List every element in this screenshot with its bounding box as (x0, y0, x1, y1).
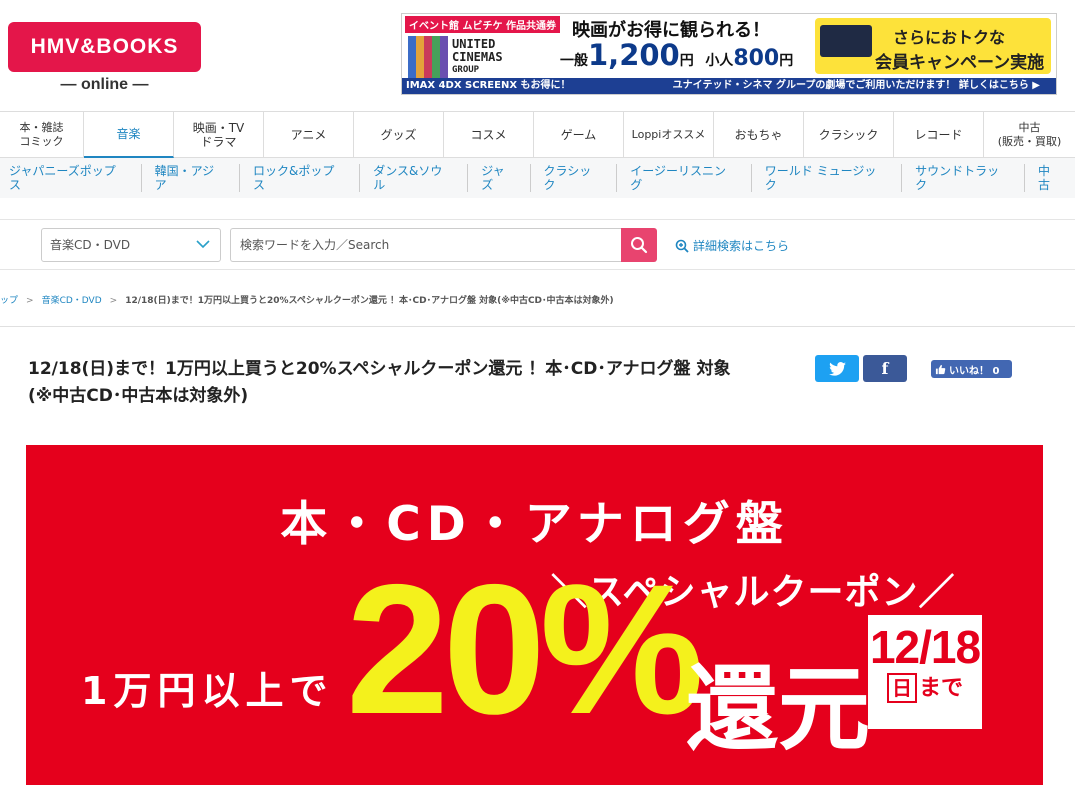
advanced-search-link[interactable]: 詳細検索はこちら (675, 237, 789, 254)
search-button[interactable] (621, 228, 657, 262)
advanced-search-label: 詳細検索はこちら (693, 239, 790, 253)
nav-item-books[interactable]: 本・雑誌 コミック (0, 112, 84, 158)
logo-text: HMV&BOOKS (30, 35, 179, 58)
subnav-item-dance-soul[interactable]: ダンス&ソウル (360, 164, 469, 192)
yen-label-2: 円 (779, 53, 794, 69)
twitter-share-button[interactable] (815, 355, 859, 382)
nav-label: コスメ (470, 128, 507, 142)
banner-date-badge: 12/18 日まで (868, 615, 982, 729)
search-input[interactable] (230, 228, 622, 262)
category-select[interactable]: 音楽CD・DVD (41, 228, 221, 262)
subnav-item-used[interactable]: 中古 (1025, 164, 1075, 192)
yen-label: 円 (679, 53, 694, 69)
campaign-banner[interactable]: 本・CD・アナログ盤 ＼スペシャルクーポン／ 1万円以上で 20% 還元 12/… (26, 445, 1043, 785)
zoom-in-icon (675, 239, 689, 253)
hmv-books-logo[interactable]: HMV&BOOKS (8, 22, 201, 72)
campaign-line1: さらにおトクな (893, 28, 1006, 47)
banner-date: 12/18 (869, 621, 981, 673)
page-title: 12/18(日)まで！1万円以上買うと20%スペシャルクーポン還元 ！本･CD･… (28, 359, 731, 406)
category-select-value: 音楽CD・DVD (50, 238, 131, 252)
nav-label: グッズ (380, 128, 417, 142)
nav-label: クラシック (818, 128, 879, 142)
subnav-item-classic[interactable]: クラシック (531, 164, 618, 192)
ad-tag: イベント館 ムビチケ 作品共通券 (405, 16, 560, 33)
nav-label: レコード (914, 128, 963, 142)
breadcrumb-top[interactable]: ップ (0, 296, 18, 306)
adult-price: 1,200 (588, 38, 680, 72)
thumbs-up-icon (935, 364, 946, 374)
nav-label: 中古 (販売・買取) (997, 121, 1062, 148)
nav-item-toys[interactable]: おもちゃ (714, 112, 804, 158)
member-card-icon (820, 25, 872, 57)
child-label: 小人 (705, 53, 734, 69)
ad-bar-right: ユナイテッド・シネマ グループの劇場でご利用いただけます！ 詳しくはこちら ▶ (672, 80, 1040, 91)
subnav-item-jazz[interactable]: ジャズ (468, 164, 531, 192)
banner-return: 還元 (686, 656, 871, 763)
child-price: 800 (733, 46, 780, 71)
nav-label: 音楽 (116, 127, 141, 141)
cinema-name-line3: GROUP (452, 65, 480, 75)
facebook-share-button[interactable]: f (863, 355, 907, 382)
nav-item-movies[interactable]: 映画・TV ドラマ (174, 112, 264, 158)
nav-item-loppi[interactable]: Loppiオススメ (624, 112, 714, 158)
nav-item-goods[interactable]: グッズ (354, 112, 444, 158)
ad-bar-left: IMAX 4DX SCREENX もお得に！ (406, 80, 571, 91)
twitter-icon (828, 361, 846, 376)
nav-item-game[interactable]: ゲーム (534, 112, 624, 158)
search-bar: 音楽CD・DVD 詳細検索はこちら (0, 219, 1075, 270)
header-ad-banner[interactable]: イベント館 ムビチケ 作品共通券 UNITED CINEMAS GROUP 映画… (401, 13, 1057, 95)
banner-threshold: 1万円以上で (81, 669, 334, 713)
nav-label: 映画・TV ドラマ (192, 121, 245, 149)
chevron-down-icon (196, 240, 210, 249)
facebook-icon: f (881, 359, 889, 378)
ad-bottom-bar: IMAX 4DX SCREENX もお得に！ ユナイテッド・シネマ グループの劇… (402, 78, 1056, 94)
like-label: いいね！ 0 (949, 365, 1000, 377)
adult-label: 一般 (560, 53, 588, 69)
main-nav: 本・雑誌 コミック 音楽 映画・TV ドラマ アニメ グッズ コスメ ゲーム L… (0, 111, 1075, 158)
united-cinemas-logo: UNITED CINEMAS GROUP (408, 36, 558, 82)
nav-label: アニメ (290, 128, 327, 142)
breadcrumb-music-cd-dvd[interactable]: 音楽CD・DVD (42, 296, 102, 306)
cinema-name-line2: CINEMAS (452, 50, 503, 64)
breadcrumb: ップ > 音楽CD・DVD >12/18(日)まで！1万円以上買うと20%スペシャルク… (0, 296, 614, 306)
logo-subtitle: — online — (60, 76, 149, 93)
subnav-item-easy-listening[interactable]: イージーリスニング (617, 164, 752, 192)
nav-label: 本・雑誌 コミック (19, 121, 64, 148)
nav-item-anime[interactable]: アニメ (264, 112, 354, 158)
nav-item-cosme[interactable]: コスメ (444, 112, 534, 158)
nav-item-record[interactable]: レコード (894, 112, 984, 158)
banner-until: まで (918, 676, 963, 701)
banner-target-text: 本・CD・アナログ盤 (280, 497, 789, 552)
cinema-logo-graphic (408, 36, 448, 82)
nav-label: Loppiオススメ (631, 128, 706, 141)
search-icon (631, 237, 648, 254)
banner-day: 日 (886, 673, 917, 703)
subnav-item-korea-asia[interactable]: 韓国・アジア (142, 164, 241, 192)
music-subnav: ジャパニーズポップス 韓国・アジア ロック&ポップス ダンス&ソウル ジャズ ク… (0, 158, 1075, 198)
ad-campaign-box: さらにおトクな 会員キャンペーン実施中！ (815, 18, 1051, 94)
banner-percent: 20% (346, 547, 704, 753)
subnav-item-world[interactable]: ワールド ミュージック (752, 164, 903, 192)
nav-item-music[interactable]: 音楽 (84, 112, 174, 158)
ad-price: 一般1,200円 小人800円 (552, 38, 812, 72)
subnav-item-jpop[interactable]: ジャパニーズポップス (0, 164, 142, 192)
subnav-item-rock-pops[interactable]: ロック&ポップス (240, 164, 361, 192)
subnav-item-soundtrack[interactable]: サウンドトラック (902, 164, 1026, 192)
facebook-like-button[interactable]: いいね！ 0 (931, 360, 1012, 378)
nav-label: ゲーム (560, 128, 597, 142)
nav-item-used[interactable]: 中古 (販売・買取) (984, 112, 1075, 158)
breadcrumb-current: 12/18(日)まで！1万円以上買うと20%スペシャルクーポン還元 ！本･CD･… (125, 296, 614, 306)
nav-item-classic[interactable]: クラシック (804, 112, 894, 158)
nav-label: おもちゃ (734, 128, 783, 142)
